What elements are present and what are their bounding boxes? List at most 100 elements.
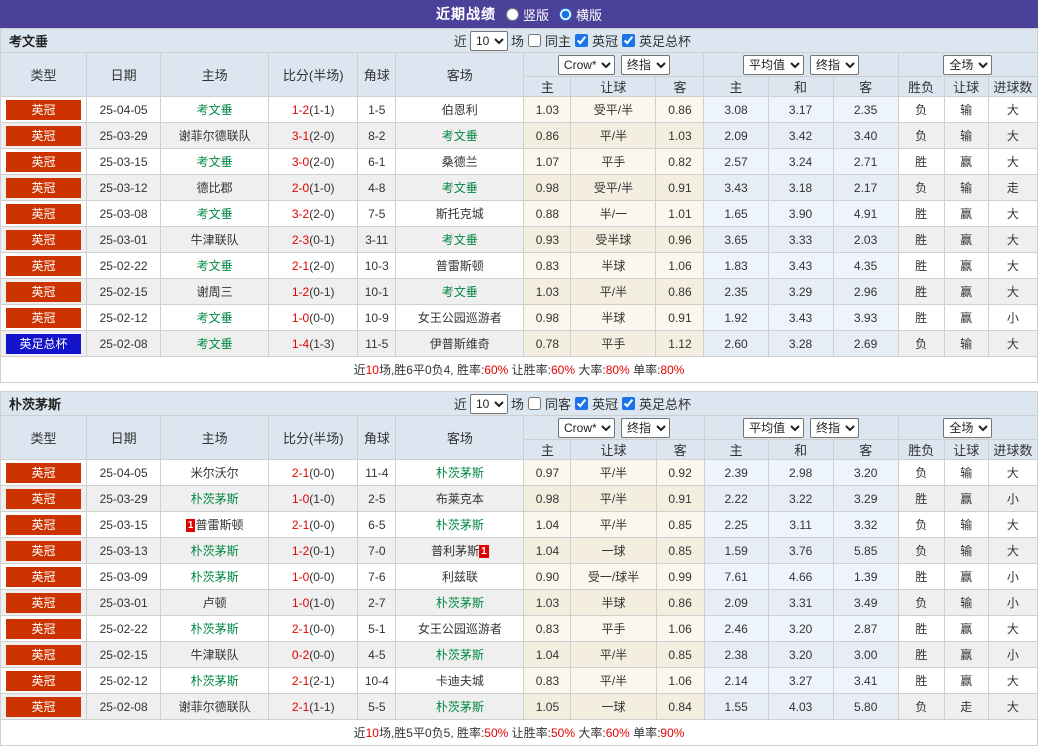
result-goals: 大 — [987, 148, 1038, 175]
result-handicap: 输 — [943, 174, 989, 201]
league-type-badge: 英冠 — [6, 592, 82, 613]
handicap-odds-home: 1.07 — [523, 148, 572, 175]
page-title: 近期战绩 — [435, 6, 496, 22]
result-goals: 大 — [987, 667, 1038, 694]
result-winloss: 胜 — [897, 485, 945, 512]
result-handicap: 赢 — [943, 304, 989, 331]
bookmaker-select[interactable]: Crow* — [558, 417, 616, 438]
column-header-row: 类型 日期 主场 比分(半场) 角球 客场 Crow* 终指 平均值 终指 全场 — [0, 52, 1038, 97]
match-date: 25-03-08 — [86, 200, 162, 227]
col-header-type: 类型 — [0, 415, 88, 460]
cup-filter-checkbox[interactable] — [621, 34, 635, 47]
vertical-radio[interactable] — [505, 7, 519, 21]
match-date: 25-02-12 — [86, 304, 162, 331]
match-date: 25-03-29 — [86, 122, 162, 149]
corner-score: 7-5 — [357, 200, 397, 227]
match-row: 英冠 25-03-09 朴茨茅斯 1-0(0-0) 7-6 利兹联 0.90 受… — [0, 563, 1038, 590]
corner-score: 1-5 — [357, 96, 397, 123]
bookmaker-odds-time-select[interactable]: 终指 — [620, 54, 670, 75]
result-winloss: 胜 — [897, 226, 945, 253]
horizontal-radio[interactable] — [559, 7, 572, 21]
sub-header-winloss: 胜负 — [897, 76, 945, 97]
handicap-odds-away: 0.82 — [655, 148, 705, 175]
avg-odds-home: 3.65 — [703, 226, 769, 253]
handicap-odds-away: 1.03 — [655, 122, 705, 149]
average-odds-select[interactable]: 平均值 — [743, 417, 805, 438]
match-type-cell: 英冠 — [0, 174, 88, 201]
col-header-score: 比分(半场) — [268, 52, 359, 97]
home-team: 1 普雷斯顿 — [160, 511, 270, 538]
same-venue-checkbox[interactable] — [527, 397, 541, 410]
league-filter-checkbox[interactable] — [574, 34, 588, 47]
score: 1-0(1-0) — [268, 485, 359, 512]
handicap-line: 受平/半 — [570, 174, 657, 201]
away-team: 桑德兰 — [395, 148, 525, 175]
away-team: 女王公园巡游者 — [395, 304, 525, 331]
away-team: 普利茅斯 1 — [395, 537, 525, 564]
match-date: 25-04-05 — [86, 96, 162, 123]
result-handicap: 走 — [943, 693, 989, 720]
handicap-odds-away: 0.85 — [655, 537, 705, 564]
result-winloss: 胜 — [897, 667, 945, 694]
bookmaker-select[interactable]: Crow* — [557, 54, 615, 75]
average-odds-select[interactable]: 平均值 — [743, 54, 805, 75]
handicap-line: 平手 — [570, 330, 657, 357]
league-filter-checkbox[interactable] — [574, 397, 588, 410]
result-goals: 大 — [987, 96, 1038, 123]
avg-odds-away: 5.80 — [832, 693, 899, 720]
score: 2-1(0-0) — [268, 459, 359, 486]
sub-header-handicap-away: 客 — [655, 76, 705, 97]
scope-select[interactable]: 全场 — [943, 417, 993, 438]
result-winloss: 负 — [897, 537, 945, 564]
sub-header-handicap-line: 让球 — [570, 76, 657, 97]
team-results-table: 朴茨茅斯 近 10 场 同客 英冠 英足总杯 类型 日期 主场 比分(半场) 角… — [0, 391, 1038, 746]
home-team: 牛津联队 — [160, 641, 270, 668]
result-goals: 走 — [987, 174, 1038, 201]
column-header-row: 类型 日期 主场 比分(半场) 角球 客场 Crow* 终指 平均值 终指 全场 — [0, 415, 1038, 460]
corner-score: 11-5 — [357, 330, 397, 357]
away-team: 朴茨茅斯 — [395, 641, 525, 668]
recent-count-select[interactable]: 10 — [469, 393, 508, 414]
cup-filter-checkbox[interactable] — [621, 397, 635, 410]
handicap-odds-home: 0.88 — [523, 200, 572, 227]
avg-odds-draw: 3.33 — [767, 226, 834, 253]
avg-odds-draw: 3.28 — [767, 330, 834, 357]
score: 2-1(2-1) — [268, 667, 359, 694]
league-type-badge: 英冠 — [6, 488, 82, 509]
match-date: 25-03-13 — [86, 537, 162, 564]
result-handicap: 赢 — [943, 200, 989, 227]
league-type-badge: 英冠 — [6, 177, 82, 198]
table-spacer — [0, 383, 1038, 391]
handicap-line: 一球 — [570, 537, 657, 564]
same-venue-checkbox[interactable] — [527, 34, 541, 47]
avg-odds-draw: 3.17 — [767, 96, 834, 123]
layout-option-horizontal[interactable]: 横版 — [559, 5, 602, 24]
handicap-odds-away: 0.86 — [655, 96, 705, 123]
result-handicap: 赢 — [943, 563, 989, 590]
handicap-odds-home: 0.98 — [523, 304, 572, 331]
avg-odds-home: 2.09 — [703, 589, 769, 616]
home-team: 考文垂 — [160, 148, 270, 175]
average-odds-time-select[interactable]: 终指 — [810, 417, 860, 438]
handicap-line: 半球 — [570, 252, 657, 279]
result-handicap: 赢 — [943, 252, 989, 279]
away-team: 女王公园巡游者 — [395, 615, 525, 642]
bookmaker-odds-time-select[interactable]: 终指 — [621, 417, 671, 438]
match-date: 25-03-01 — [86, 226, 162, 253]
recent-count-select[interactable]: 10 — [469, 30, 508, 51]
match-row: 英冠 25-03-01 卢顿 1-0(1-0) 2-7 朴茨茅斯 1.03 半球… — [0, 589, 1038, 616]
match-type-cell: 英冠 — [0, 200, 88, 227]
cup-filter-label: 英足总杯 — [638, 397, 691, 412]
score: 0-2(0-0) — [268, 641, 359, 668]
score: 2-1(1-1) — [268, 693, 359, 720]
avg-odds-home: 2.39 — [703, 459, 769, 486]
avg-odds-draw: 3.22 — [767, 485, 834, 512]
vertical-radio-label: 竖版 — [522, 7, 549, 23]
home-team: 考文垂 — [160, 252, 270, 279]
average-odds-time-select[interactable]: 终指 — [810, 54, 860, 75]
result-goals: 大 — [987, 459, 1038, 486]
layout-option-vertical[interactable]: 竖版 — [505, 5, 549, 24]
scope-select[interactable]: 全场 — [943, 54, 993, 75]
match-row: 英冠 25-02-15 谢周三 1-2(0-1) 10-1 考文垂 1.03 平… — [0, 278, 1038, 305]
avg-odds-home: 2.60 — [703, 330, 769, 357]
